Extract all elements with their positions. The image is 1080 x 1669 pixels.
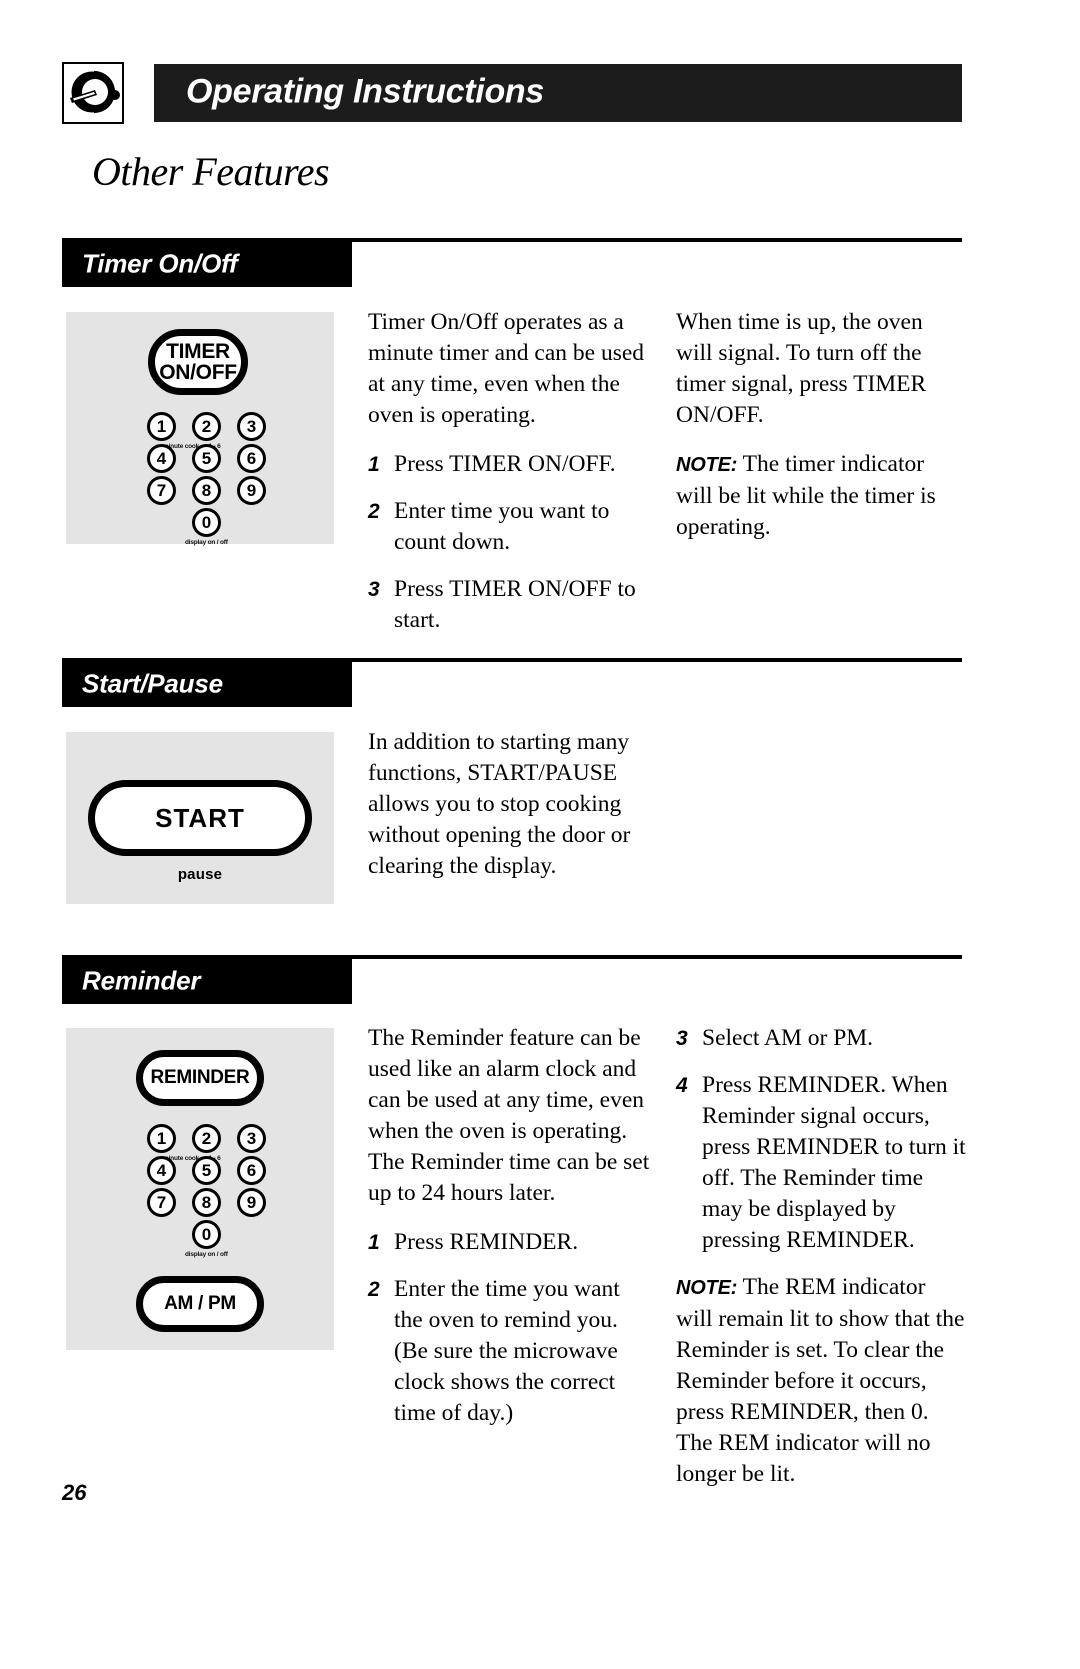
step-text: Press TIMER ON/OFF to start. (394, 576, 636, 633)
section-tab-reminder: Reminder (62, 959, 352, 1004)
step-number: 1 (368, 453, 380, 476)
key-7: 7 (147, 476, 176, 505)
page-header: Operating Instructions (62, 62, 962, 124)
note-text: The REM indicator will remain lit to sho… (676, 1274, 965, 1487)
display-on-off-label: display on / off (185, 539, 228, 546)
start-pause-paragraph: In addition to starting many functions, … (368, 729, 631, 879)
reminder-step-4: 4 Press REMINDER. When Reminder signal o… (676, 1070, 966, 1256)
timer-keypad-illustration: TIMER ON/OFF 1 2 3 minute cook — 1 - 6 4… (66, 312, 334, 546)
key-8: 8 (192, 476, 221, 505)
section-tab-label: Start/Pause (82, 667, 223, 698)
reminder-intro-paragraph: The Reminder feature can be used like an… (368, 1025, 650, 1206)
start-button: START (88, 780, 312, 856)
banner-title: Operating Instructions (186, 72, 544, 111)
key-4: 4 (147, 1156, 176, 1185)
section-tab-label: Timer On/Off (82, 247, 238, 278)
step-number: 1 (368, 1231, 380, 1254)
reminder-note-paragraph: NOTE: The REM indicator will remain lit … (676, 1272, 966, 1490)
timer-note-paragraph: NOTE: The timer indicator will be lit wh… (676, 449, 962, 543)
timer-signal-paragraph: When time is up, the oven will signal. T… (676, 309, 927, 428)
reminder-step-3: 3 Select AM or PM. (676, 1023, 966, 1054)
timer-intro-paragraph: Timer On/Off operates as a minute timer … (368, 309, 645, 428)
key-3: 3 (237, 1124, 266, 1153)
step-text: Enter time you want to count down. (394, 498, 610, 555)
timer-button-line2: ON/OFF (159, 361, 237, 384)
reminder-button: REMINDER (136, 1050, 264, 1106)
start-pause-illustration: START pause (66, 732, 334, 904)
page-number: 26 (62, 1480, 87, 1505)
key-9: 9 (237, 1188, 266, 1217)
timer-text-column-right: When time is up, the oven will signal. T… (676, 307, 962, 543)
timer-number-keypad: 1 2 3 minute cook — 1 - 6 4 5 6 7 8 9 0 … (147, 412, 267, 546)
reminder-text-column-right: 3 Select AM or PM. 4 Press REMINDER. Whe… (676, 1023, 966, 1490)
reminder-step-1: 1 Press REMINDER. (368, 1227, 654, 1258)
key-5: 5 (192, 444, 221, 473)
reminder-number-keypad: 1 2 3 minute cook — 1 - 6 4 5 6 7 8 9 0 … (147, 1124, 267, 1258)
key-4: 4 (147, 444, 176, 473)
key-6: 6 (237, 1156, 266, 1185)
timer-on-off-button: TIMER ON/OFF (148, 329, 248, 395)
timer-step-2: 2 Enter time you want to count down. (368, 496, 654, 558)
key-2: 2 (192, 1124, 221, 1153)
key-5: 5 (192, 1156, 221, 1185)
section-tab-start-pause: Start/Pause (62, 662, 352, 707)
timer-step-1: 1 Press TIMER ON/OFF. (368, 449, 654, 480)
key-7: 7 (147, 1188, 176, 1217)
key-6: 6 (237, 444, 266, 473)
note-lead: NOTE: (676, 454, 738, 476)
am-pm-button: AM / PM (136, 1276, 264, 1332)
step-number: 2 (368, 1278, 380, 1301)
reminder-text-column-left: The Reminder feature can be used like an… (368, 1023, 654, 1445)
step-text: Press REMINDER. (394, 1229, 579, 1255)
step-number: 3 (676, 1027, 688, 1050)
section-tab-label: Reminder (82, 964, 201, 995)
key-1: 1 (147, 1124, 176, 1153)
key-8: 8 (192, 1188, 221, 1217)
timer-button-line1: TIMER (166, 339, 230, 363)
timer-text-column-left: Timer On/Off operates as a minute timer … (368, 307, 654, 652)
step-text: Select AM or PM. (702, 1025, 874, 1051)
reminder-step-2: 2 Enter the time you want the oven to re… (368, 1274, 654, 1429)
operating-instructions-banner: Operating Instructions (154, 64, 962, 122)
key-9: 9 (237, 476, 266, 505)
start-pause-text-column: In addition to starting many functions, … (368, 727, 658, 882)
step-text: Enter the time you want the oven to remi… (394, 1276, 620, 1426)
key-0: 0 (192, 508, 221, 537)
step-text: Press TIMER ON/OFF. (394, 451, 616, 477)
key-0: 0 (192, 1220, 221, 1249)
key-1: 1 (147, 412, 176, 441)
section-tab-timer-on-off: Timer On/Off (62, 242, 352, 287)
key-3: 3 (237, 412, 266, 441)
step-number: 2 (368, 500, 380, 523)
timer-step-3: 3 Press TIMER ON/OFF to start. (368, 574, 654, 636)
microwave-dial-icon (62, 62, 124, 124)
key-2: 2 (192, 412, 221, 441)
step-number: 3 (368, 578, 380, 601)
reminder-keypad-illustration: REMINDER 1 2 3 minute cook — 1 - 6 4 5 6… (66, 1028, 334, 1350)
display-on-off-label: display on / off (185, 1251, 228, 1258)
note-lead: NOTE: (676, 1277, 738, 1299)
pause-label: pause (177, 866, 223, 883)
step-number: 4 (676, 1074, 688, 1097)
step-text: Press REMINDER. When Reminder signal occ… (702, 1072, 966, 1253)
manual-page: Operating Instructions Other Features Ti… (0, 0, 1080, 1669)
page-title: Other Features (92, 149, 330, 194)
